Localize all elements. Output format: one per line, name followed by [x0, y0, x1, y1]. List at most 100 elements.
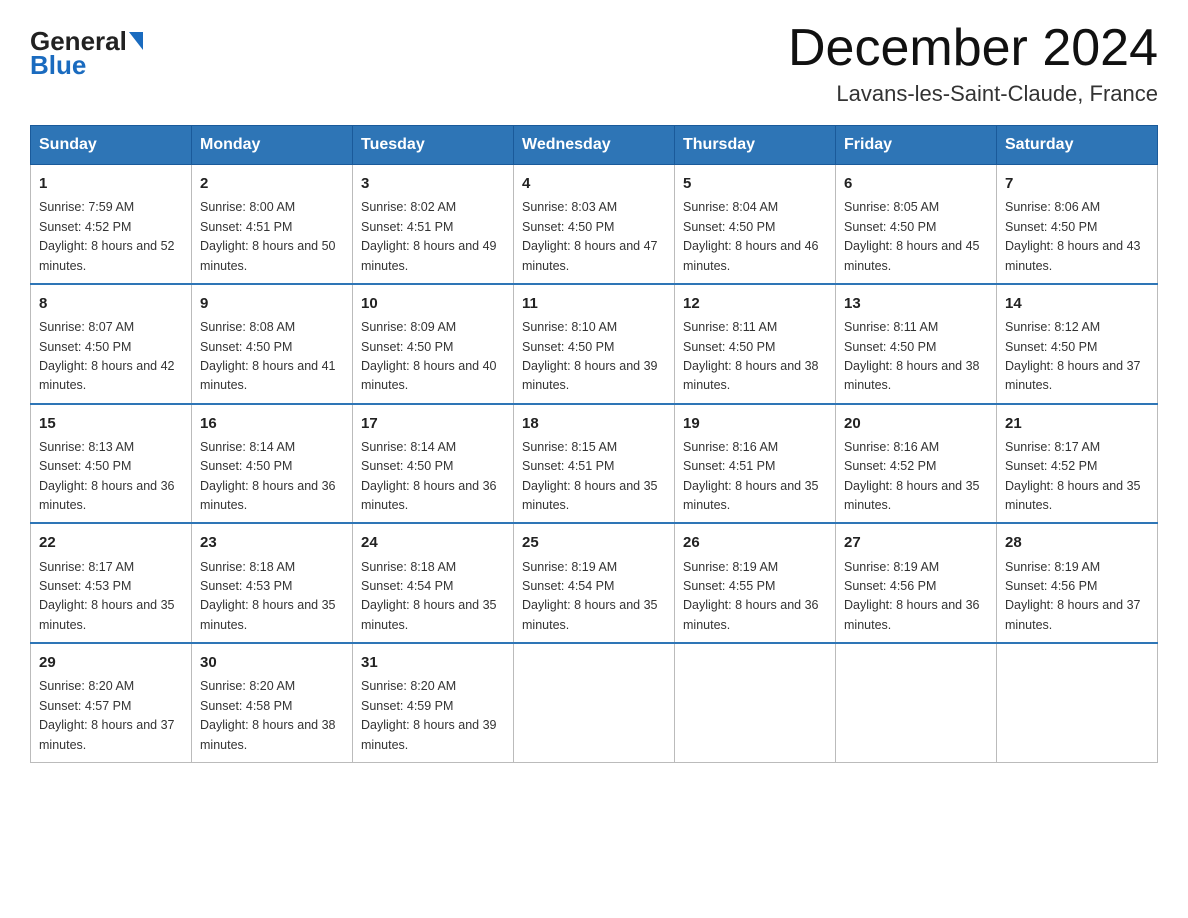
calendar-cell: 2 Sunrise: 8:00 AM Sunset: 4:51 PM Dayli… — [192, 165, 353, 284]
sunrise-info: Sunrise: 8:16 AM — [683, 440, 778, 454]
location-title: Lavans-les-Saint-Claude, France — [788, 81, 1158, 107]
day-header-friday: Friday — [836, 126, 997, 165]
sunset-info: Sunset: 4:50 PM — [522, 220, 614, 234]
page-header: General Blue December 2024 Lavans-les-Sa… — [30, 20, 1158, 107]
sunset-info: Sunset: 4:50 PM — [683, 220, 775, 234]
daylight-info: Daylight: 8 hours and 35 minutes. — [683, 479, 819, 512]
calendar-cell: 23 Sunrise: 8:18 AM Sunset: 4:53 PM Dayl… — [192, 523, 353, 643]
sunset-info: Sunset: 4:50 PM — [361, 459, 453, 473]
title-block: December 2024 Lavans-les-Saint-Claude, F… — [788, 20, 1158, 107]
day-number: 24 — [361, 531, 505, 554]
sunrise-info: Sunrise: 8:06 AM — [1005, 200, 1100, 214]
calendar-cell: 24 Sunrise: 8:18 AM Sunset: 4:54 PM Dayl… — [353, 523, 514, 643]
day-header-thursday: Thursday — [675, 126, 836, 165]
sunrise-info: Sunrise: 7:59 AM — [39, 200, 134, 214]
daylight-info: Daylight: 8 hours and 35 minutes. — [522, 479, 658, 512]
day-header-sunday: Sunday — [31, 126, 192, 165]
daylight-info: Daylight: 8 hours and 50 minutes. — [200, 239, 336, 272]
calendar-cell — [675, 643, 836, 762]
sunset-info: Sunset: 4:56 PM — [1005, 579, 1097, 593]
calendar-cell: 19 Sunrise: 8:16 AM Sunset: 4:51 PM Dayl… — [675, 404, 836, 524]
calendar-cell: 17 Sunrise: 8:14 AM Sunset: 4:50 PM Dayl… — [353, 404, 514, 524]
calendar-cell: 10 Sunrise: 8:09 AM Sunset: 4:50 PM Dayl… — [353, 284, 514, 404]
day-number: 13 — [844, 292, 988, 315]
sunrise-info: Sunrise: 8:20 AM — [361, 679, 456, 693]
daylight-info: Daylight: 8 hours and 35 minutes. — [522, 598, 658, 631]
calendar-week-row: 1 Sunrise: 7:59 AM Sunset: 4:52 PM Dayli… — [31, 165, 1158, 284]
sunset-info: Sunset: 4:54 PM — [522, 579, 614, 593]
sunset-info: Sunset: 4:50 PM — [522, 340, 614, 354]
day-number: 8 — [39, 292, 183, 315]
calendar-cell: 11 Sunrise: 8:10 AM Sunset: 4:50 PM Dayl… — [514, 284, 675, 404]
day-number: 16 — [200, 412, 344, 435]
sunrise-info: Sunrise: 8:08 AM — [200, 320, 295, 334]
sunset-info: Sunset: 4:58 PM — [200, 699, 292, 713]
sunrise-info: Sunrise: 8:19 AM — [1005, 560, 1100, 574]
sunrise-info: Sunrise: 8:15 AM — [522, 440, 617, 454]
sunset-info: Sunset: 4:51 PM — [361, 220, 453, 234]
sunset-info: Sunset: 4:50 PM — [844, 220, 936, 234]
day-number: 20 — [844, 412, 988, 435]
day-number: 23 — [200, 531, 344, 554]
sunset-info: Sunset: 4:50 PM — [39, 340, 131, 354]
sunset-info: Sunset: 4:50 PM — [1005, 340, 1097, 354]
daylight-info: Daylight: 8 hours and 41 minutes. — [200, 359, 336, 392]
daylight-info: Daylight: 8 hours and 37 minutes. — [39, 718, 175, 751]
daylight-info: Daylight: 8 hours and 39 minutes. — [361, 718, 497, 751]
sunrise-info: Sunrise: 8:11 AM — [844, 320, 938, 334]
sunset-info: Sunset: 4:52 PM — [39, 220, 131, 234]
month-year-title: December 2024 — [788, 20, 1158, 77]
sunset-info: Sunset: 4:57 PM — [39, 699, 131, 713]
daylight-info: Daylight: 8 hours and 40 minutes. — [361, 359, 497, 392]
sunrise-info: Sunrise: 8:14 AM — [361, 440, 456, 454]
calendar-cell: 26 Sunrise: 8:19 AM Sunset: 4:55 PM Dayl… — [675, 523, 836, 643]
daylight-info: Daylight: 8 hours and 36 minutes. — [683, 598, 819, 631]
day-number: 27 — [844, 531, 988, 554]
calendar-cell: 27 Sunrise: 8:19 AM Sunset: 4:56 PM Dayl… — [836, 523, 997, 643]
calendar-cell: 6 Sunrise: 8:05 AM Sunset: 4:50 PM Dayli… — [836, 165, 997, 284]
day-number: 2 — [200, 172, 344, 195]
calendar-week-row: 22 Sunrise: 8:17 AM Sunset: 4:53 PM Dayl… — [31, 523, 1158, 643]
sunrise-info: Sunrise: 8:17 AM — [1005, 440, 1100, 454]
day-number: 21 — [1005, 412, 1149, 435]
calendar-cell: 21 Sunrise: 8:17 AM Sunset: 4:52 PM Dayl… — [997, 404, 1158, 524]
sunset-info: Sunset: 4:52 PM — [1005, 459, 1097, 473]
daylight-info: Daylight: 8 hours and 35 minutes. — [39, 598, 175, 631]
day-header-monday: Monday — [192, 126, 353, 165]
sunrise-info: Sunrise: 8:18 AM — [361, 560, 456, 574]
calendar-cell: 13 Sunrise: 8:11 AM Sunset: 4:50 PM Dayl… — [836, 284, 997, 404]
day-number: 25 — [522, 531, 666, 554]
calendar-cell: 12 Sunrise: 8:11 AM Sunset: 4:50 PM Dayl… — [675, 284, 836, 404]
sunrise-info: Sunrise: 8:16 AM — [844, 440, 939, 454]
daylight-info: Daylight: 8 hours and 42 minutes. — [39, 359, 175, 392]
daylight-info: Daylight: 8 hours and 35 minutes. — [200, 598, 336, 631]
day-number: 29 — [39, 651, 183, 674]
sunrise-info: Sunrise: 8:02 AM — [361, 200, 456, 214]
daylight-info: Daylight: 8 hours and 36 minutes. — [361, 479, 497, 512]
sunset-info: Sunset: 4:50 PM — [39, 459, 131, 473]
calendar-week-row: 8 Sunrise: 8:07 AM Sunset: 4:50 PM Dayli… — [31, 284, 1158, 404]
daylight-info: Daylight: 8 hours and 47 minutes. — [522, 239, 658, 272]
sunrise-info: Sunrise: 8:04 AM — [683, 200, 778, 214]
calendar-cell: 1 Sunrise: 7:59 AM Sunset: 4:52 PM Dayli… — [31, 165, 192, 284]
daylight-info: Daylight: 8 hours and 36 minutes. — [39, 479, 175, 512]
sunrise-info: Sunrise: 8:13 AM — [39, 440, 134, 454]
sunset-info: Sunset: 4:50 PM — [200, 340, 292, 354]
day-number: 12 — [683, 292, 827, 315]
day-header-saturday: Saturday — [997, 126, 1158, 165]
daylight-info: Daylight: 8 hours and 38 minutes. — [200, 718, 336, 751]
sunset-info: Sunset: 4:50 PM — [200, 459, 292, 473]
sunrise-info: Sunrise: 8:10 AM — [522, 320, 617, 334]
sunset-info: Sunset: 4:53 PM — [39, 579, 131, 593]
day-number: 14 — [1005, 292, 1149, 315]
sunset-info: Sunset: 4:59 PM — [361, 699, 453, 713]
calendar-cell: 9 Sunrise: 8:08 AM Sunset: 4:50 PM Dayli… — [192, 284, 353, 404]
sunrise-info: Sunrise: 8:18 AM — [200, 560, 295, 574]
calendar-table: SundayMondayTuesdayWednesdayThursdayFrid… — [30, 125, 1158, 763]
sunrise-info: Sunrise: 8:19 AM — [683, 560, 778, 574]
calendar-cell: 22 Sunrise: 8:17 AM Sunset: 4:53 PM Dayl… — [31, 523, 192, 643]
sunset-info: Sunset: 4:50 PM — [361, 340, 453, 354]
day-header-tuesday: Tuesday — [353, 126, 514, 165]
day-number: 9 — [200, 292, 344, 315]
day-number: 22 — [39, 531, 183, 554]
